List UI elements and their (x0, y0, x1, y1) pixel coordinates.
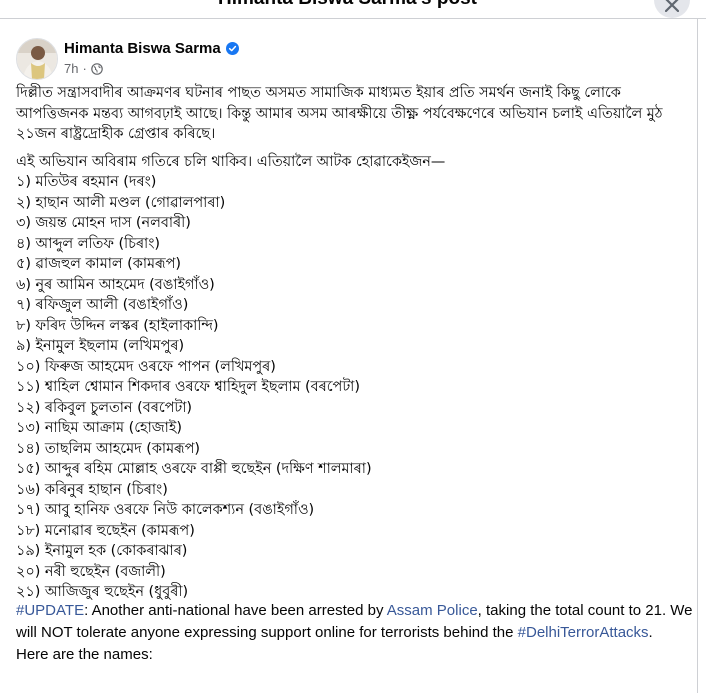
avatar[interactable] (16, 38, 58, 80)
hashtag-delhi-terror-attacks-link[interactable]: #DelhiTerrorAttacks (518, 624, 649, 641)
close-icon (665, 0, 679, 12)
author-name[interactable]: Himanta Biswa Sarma (64, 40, 221, 57)
dialog-title: Himanta Biswa Sarma's post (218, 0, 477, 10)
list-item: ২) হাছান আলী মণ্ডল (গোৱালপাৰা) (16, 194, 226, 211)
list-item: ১৬) কৰিনুৰ হাছান (চিৰাং) (16, 481, 168, 498)
close-button[interactable] (654, 0, 690, 18)
list-item: ১৪) তাছলিম আহমেদ (কামৰূপ) (16, 440, 201, 457)
dialog-header: Himanta Biswa Sarma's post (0, 0, 706, 18)
post-paragraph-1: দিল্লীত সন্ত্ৰাসবাদীৰ আক্ৰমণৰ ঘটনাৰ পাছত… (16, 85, 663, 142)
list-item: ২০) নৰী হুছেইন (বজালী) (16, 563, 166, 580)
list-item: ৮) ফৰিদ উদ্দিন লস্কৰ (হাইলাকান্দি) (16, 317, 219, 334)
list-item: ১৮) মনোৱাৰ হুছেইন (কামৰূপ) (16, 522, 195, 539)
list-item: ৭) ৰফিজুল আলী (বঙাইগাঁও) (16, 297, 189, 313)
update-paragraph: #UPDATE: Another anti-national have been… (16, 600, 696, 666)
header-divider (0, 18, 706, 19)
list-item: ১৭) আবু হানিফ ওৰফে নিউ কালেকশ্যন (বঙাইগা… (16, 502, 315, 518)
list-item: ৯) ইনামুল ইছলাম (লখিমপুৰ) (16, 338, 185, 354)
list-item: ১০) ফিৰুজ আহমেদ ওৰফে পাপন (লখিমপুৰ) (16, 358, 276, 375)
dialog-frame-edge (697, 19, 698, 693)
post-paragraph-2: এই অভিযান অবিৰাম গতিৰে চলি থাকিব। এতিয়া… (16, 153, 446, 170)
update-text-1: : Another anti-national have been arrest… (84, 602, 387, 619)
list-item: ১) মতিউৰ ৰহমান (দৰং) (16, 174, 157, 190)
list-item: ১২) ৰকিবুল চুলতান (বৰপেটা) (16, 399, 193, 416)
list-item: ১৫) আব্দুৰ ৰহিম মোল্লাহ ওৰফে বাপ্পী হুছে… (16, 461, 372, 477)
globe-icon[interactable] (91, 62, 103, 75)
update-text-3: . (648, 624, 653, 641)
list-item: ৩) জয়ন্ত মোহন দাস (নলবাৰী) (16, 215, 191, 231)
list-item: ৪) আব্দুল লতিফ (চিৰাং) (16, 235, 161, 252)
update-text-4: Here are the names: (16, 646, 153, 663)
post-meta: 7h · (64, 61, 103, 76)
arrested-list: ১) মতিউৰ ৰহমান (দৰং) ২) হাছান আলী মণ্ডল … (16, 172, 696, 603)
list-item: ১৩) নাছিম আক্ৰাম (হোজাই) (16, 420, 182, 436)
list-item: ১৯) ইনামুল হক (কোকৰাঝাৰ) (16, 543, 188, 559)
list-item: ৬) নুৰ আমিন আহমেদ (বঙাইগাঁও) (16, 276, 215, 293)
hashtag-update-link[interactable]: #UPDATE (16, 602, 84, 619)
list-item: ৫) ৱাজহুল কামাল (কামৰূপ) (16, 256, 181, 272)
meta-separator: · (82, 61, 87, 76)
assam-police-link[interactable]: Assam Police (387, 602, 478, 619)
post-body: দিল্লীত সন্ত্ৰাসবাদীৰ আক্ৰমণৰ ঘটনাৰ পাছত… (16, 83, 696, 603)
author-row: Himanta Biswa Sarma (64, 40, 239, 57)
list-item: ১১) শ্বাহিল শ্বোমান শিকদাৰ ওৰফে শ্বাহিদু… (16, 379, 360, 395)
verified-badge-icon (225, 42, 239, 55)
post-timestamp[interactable]: 7h (64, 61, 78, 76)
